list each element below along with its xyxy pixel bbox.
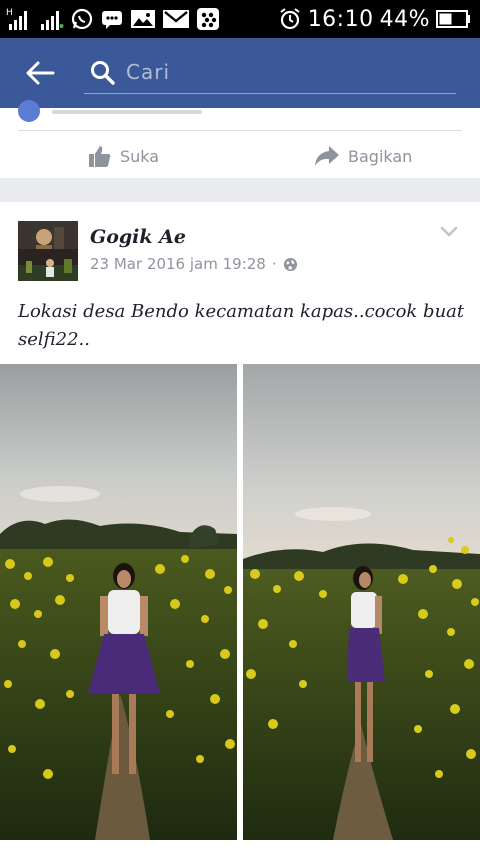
author-name[interactable]: Gogik Ae: [90, 226, 186, 248]
share-arrow-icon: [315, 146, 339, 166]
arrow-left-icon: [26, 61, 55, 85]
post-timestamp[interactable]: 23 Mar 2016 jam 19:28: [90, 255, 266, 273]
search-placeholder: Cari: [126, 60, 170, 84]
like-button[interactable]: Suka: [88, 142, 159, 170]
post-meta: 23 Mar 2016 jam 19:28 ·: [90, 254, 298, 274]
status-bar-system: 16:10 44%: [278, 4, 472, 34]
alarm-icon: [278, 7, 302, 31]
search-icon: [91, 61, 115, 85]
post-photo-left[interactable]: [0, 364, 237, 840]
battery-percent: 44%: [379, 6, 430, 32]
previous-post-card: Suka Bagikan: [0, 100, 480, 178]
like-label: Suka: [120, 146, 160, 166]
post-photo-right[interactable]: [243, 364, 480, 840]
divider: [18, 130, 462, 131]
search-input[interactable]: Cari: [84, 54, 456, 94]
bbm-chat-icon: [100, 7, 124, 31]
avatar[interactable]: [18, 221, 78, 281]
battery-icon: [436, 9, 472, 29]
svg-text:H: H: [6, 8, 13, 18]
post-card: Gogik Ae 23 Mar 2016 jam 19:28 · Lokasi …: [0, 202, 480, 854]
blackberry-messenger-icon: [196, 7, 220, 31]
gmail-icon: [162, 7, 190, 31]
status-bar: H 16:10 44%: [0, 0, 480, 38]
meta-separator: ·: [271, 255, 277, 273]
thumbs-up-icon: [89, 146, 111, 167]
share-button[interactable]: Bagikan: [314, 142, 412, 170]
facebook-app: H 16:10 44% Cari Suka Bagikan Gogik Ae 2…: [0, 0, 480, 854]
whatsapp-icon: [70, 7, 94, 31]
post-text: Lokasi desa Bendo kecamatan kapas..cocok…: [18, 301, 465, 350]
search-bar: Cari: [0, 38, 480, 108]
globe-icon: [283, 257, 297, 271]
share-label: Bagikan: [348, 146, 413, 166]
chevron-down-icon[interactable]: [440, 226, 458, 238]
signal-icon: [40, 6, 64, 32]
reaction-summary: [52, 110, 202, 114]
reaction-icon: [18, 100, 40, 122]
gallery-icon: [130, 7, 156, 31]
feed-separator: [0, 178, 480, 202]
clock: 16:10: [307, 6, 374, 32]
hplus-signal-icon: H: [6, 6, 34, 32]
status-bar-notifications: H: [6, 4, 220, 34]
back-button[interactable]: [22, 57, 58, 89]
